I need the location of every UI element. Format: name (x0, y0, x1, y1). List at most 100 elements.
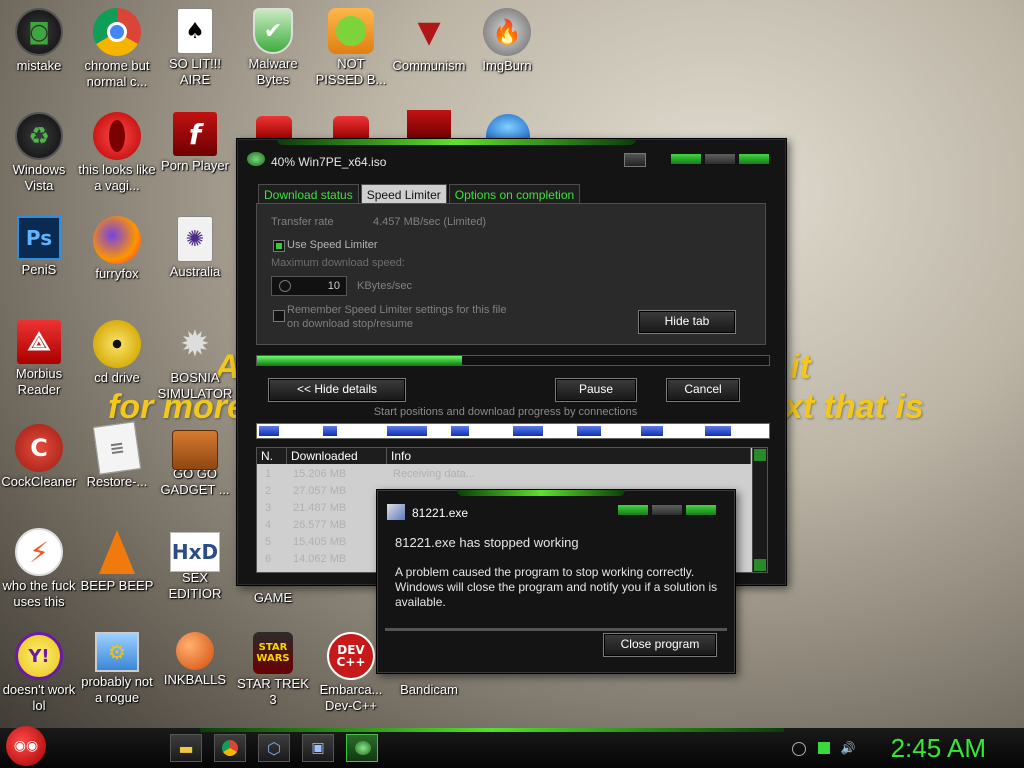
start-button[interactable]: ◉◉ (6, 726, 46, 766)
window-title: 40% Win7PE_x64.iso (271, 155, 387, 169)
remember-settings-checkbox[interactable] (273, 310, 285, 322)
connection-segment (513, 426, 543, 436)
row-downloaded: 26.577 MB (293, 519, 347, 531)
folder-icon: ▬ (178, 738, 194, 758)
dialog-title: 81221.exe (412, 506, 469, 520)
desktop-icon-malware-bytes[interactable]: ✔ Malware Bytes (234, 8, 312, 88)
desktop-icon-label: Bandicam (400, 682, 458, 697)
error-heading: 81221.exe has stopped working (395, 535, 579, 550)
desktop-icon-morbius-reader[interactable]: ⟁ Morbius Reader (0, 320, 78, 398)
desktop-icon-label: GAME (253, 590, 293, 605)
desktop-icon-mistake[interactable]: ◙ mistake (0, 8, 78, 74)
spinner-icon[interactable] (279, 280, 291, 292)
desktop-icon-sex-editior[interactable]: HxD SEX EDITIOR (156, 528, 234, 602)
taskbar: ◉◉ ▬ ⬡ ▣ 🔊 2:45 AM (0, 726, 1024, 768)
desktop-icon-porn-player[interactable]: f Porn Player (156, 112, 234, 174)
desktop-icon-who-uses-this[interactable]: ⚡ who the fuck uses this (0, 528, 78, 610)
desktop-icon-label: SEX EDITIOR (168, 570, 222, 601)
desktop-icon-chrome[interactable]: chrome but normal c... (78, 8, 156, 90)
desktop-icon-bosnia-simulator[interactable]: ✹ BOSNIA SIMULATOR (156, 320, 234, 402)
pause-button[interactable]: Pause (555, 378, 637, 402)
angry-birds-icon[interactable] (333, 116, 369, 140)
use-speed-limiter-label[interactable]: Use Speed Limiter (287, 239, 378, 251)
tray-arrow-icon[interactable] (792, 742, 806, 756)
taskbar-clock[interactable]: 2:45 AM (891, 733, 986, 764)
tab-speed-limiter[interactable]: Speed Limiter (360, 184, 447, 205)
desktop-icon-inkballs[interactable]: INKBALLS (156, 632, 234, 688)
desktop-icon-label: Windows Vista (12, 162, 66, 193)
close-button[interactable] (685, 504, 717, 516)
desktop-icon-label: INKBALLS (163, 672, 227, 687)
remember-settings-label-1[interactable]: Remember Speed Limiter settings for this… (287, 304, 506, 316)
desktop-icon-label: furryfox (95, 266, 139, 281)
desktop-icon-imgburn[interactable]: 🔥 ImgBurn (468, 8, 546, 74)
desktop-icon-not-pissed[interactable]: NOT PISSED B... (312, 8, 390, 88)
desktop-icon-label: Porn Player (161, 158, 229, 173)
desktop-icon-cd-drive[interactable]: cd drive (78, 320, 156, 386)
desktop-icon-label: GO GO GADGET ... (160, 466, 230, 497)
column-header-info[interactable]: Info (387, 448, 751, 464)
desktop-icon-label: who the fuck uses this (2, 578, 76, 609)
star-wars-icon: STAR WARS (253, 632, 293, 674)
connections-caption: Start positions and download progress by… (373, 406, 638, 418)
vlc-cone-icon (93, 528, 141, 576)
network-icon[interactable] (818, 742, 830, 754)
row-downloaded: 21.487 MB (293, 502, 347, 514)
gears-monitor-icon: ⚙ (95, 632, 139, 672)
spider-solitaire-icon: ✺ (177, 216, 213, 262)
download-progress-bar (256, 355, 770, 366)
tab-options-on-completion[interactable]: Options on completion (448, 184, 581, 205)
desktop-icon-opera[interactable]: this looks like a vagi... (78, 112, 156, 194)
desktop-icon-so-lit-aire[interactable]: ♠ SO LIT!!! AIRE (156, 8, 234, 88)
desktop-icon-penis[interactable]: Ps PeniS (0, 216, 78, 278)
close-program-button[interactable]: Close program (603, 633, 717, 657)
table-row[interactable]: 1 15.206 MB Receiving data... (257, 466, 751, 483)
error-dialog[interactable]: 81221.exe 81221.exe has stopped working … (376, 489, 736, 674)
desktop-icon-cockcleaner[interactable]: C CockCleaner (0, 424, 78, 490)
remember-settings-label-2[interactable]: on download stop/resume (287, 318, 413, 330)
taskbar-download-manager[interactable] (346, 734, 378, 762)
desktop-icon-star-trek-3[interactable]: STAR WARS STAR TREK 3 (234, 632, 312, 708)
angry-birds-icon[interactable] (256, 116, 292, 140)
scroll-up-arrow[interactable] (754, 449, 766, 461)
globe-icon[interactable] (486, 114, 530, 140)
hide-details-button[interactable]: << Hide details (268, 378, 406, 402)
taskbar-virtualbox[interactable]: ⬡ (258, 734, 290, 762)
tab-download-status[interactable]: Download status (258, 184, 359, 205)
minimize-to-tray-button[interactable] (624, 153, 646, 167)
taskbar-explorer[interactable]: ▬ (170, 734, 202, 762)
maximize-button[interactable] (651, 504, 683, 516)
minimize-button[interactable] (617, 504, 649, 516)
taskbar-app[interactable]: ▣ (302, 734, 334, 762)
taskbar-chrome[interactable] (214, 734, 246, 762)
desktop-icon-doesnt-work[interactable]: Y! doesn't work lol (0, 632, 78, 714)
desktop-icon-probably-not-a-rogue[interactable]: ⚙ probably not a rogue (78, 632, 156, 706)
minimize-button[interactable] (670, 153, 702, 165)
row-number: 2 (265, 485, 272, 497)
connection-segment (323, 426, 337, 436)
download-progress-fill (257, 356, 462, 365)
desktop-icon-windows-vista[interactable]: ♻ Windows Vista (0, 112, 78, 194)
desktop-icon-furryfox[interactable]: furryfox (78, 216, 156, 282)
desktop-icon-beep-beep[interactable]: BEEP BEEP (78, 528, 156, 594)
row-number: 5 (265, 536, 272, 548)
column-header-n[interactable]: N. (257, 448, 287, 464)
desktop-icon-label: SO LIT!!! AIRE (168, 56, 221, 87)
flash-icon[interactable] (407, 110, 451, 140)
connection-segment (705, 426, 731, 436)
document-icon: ≡ (92, 421, 142, 475)
table-scrollbar[interactable] (752, 448, 767, 572)
desktop-icon-go-go-gadget[interactable]: GO GO GADGET ... (156, 424, 234, 498)
desktop-icon-restore[interactable]: ≡ Restore-... (78, 421, 156, 490)
hide-tab-button[interactable]: Hide tab (638, 310, 736, 334)
desktop-icon-label: BOSNIA SIMULATOR (157, 370, 233, 401)
desktop-icon-communism[interactable]: ▼ Communism (390, 8, 468, 74)
cancel-button[interactable]: Cancel (666, 378, 740, 402)
close-button[interactable] (738, 153, 770, 165)
use-speed-limiter-checkbox[interactable] (273, 240, 285, 252)
column-header-downloaded[interactable]: Downloaded (287, 448, 387, 464)
volume-icon[interactable]: 🔊 (841, 741, 856, 755)
maximize-button[interactable] (704, 153, 736, 165)
desktop-icon-australia[interactable]: ✺ Australia (156, 216, 234, 280)
scroll-down-arrow[interactable] (754, 559, 766, 571)
